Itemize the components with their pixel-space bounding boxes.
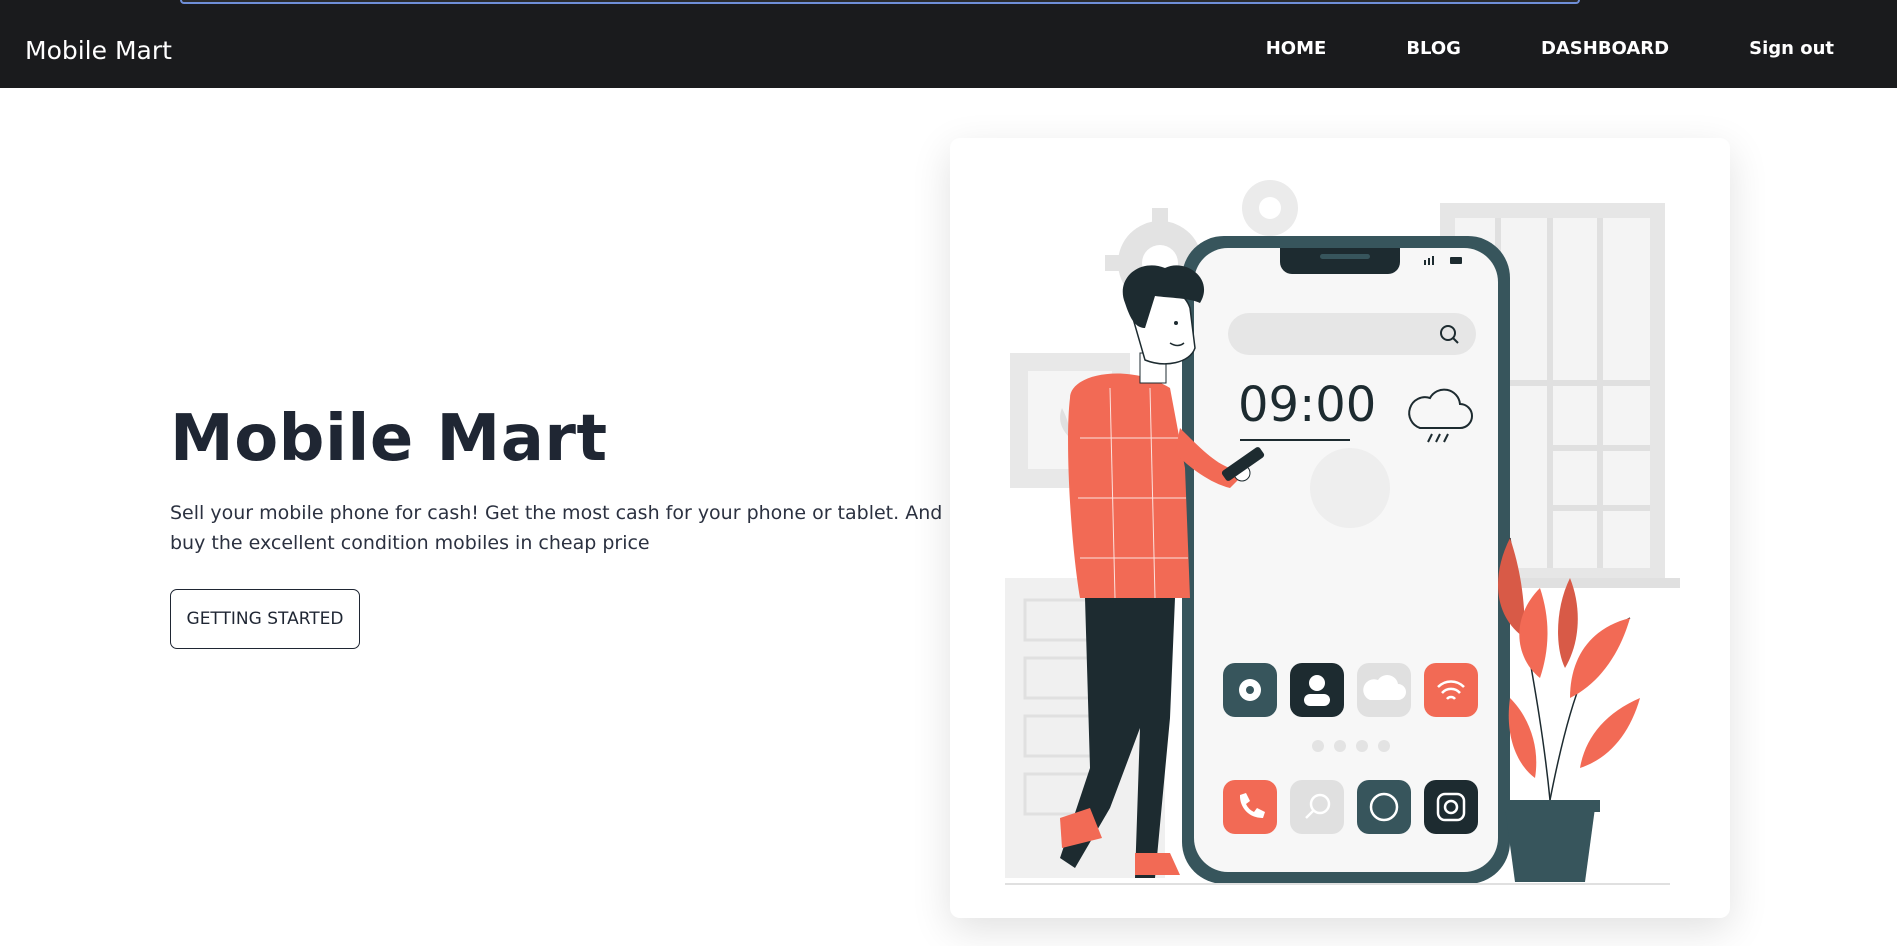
browser-top-strip [0,0,1897,8]
hero-description: Sell your mobile phone for cash! Get the… [170,502,943,554]
address-bar-edge[interactable] [180,0,1580,4]
phone-search-bar [1228,313,1476,355]
getting-started-button[interactable]: GETTING STARTED [170,589,360,649]
nav-links: HOME BLOG DASHBOARD Sign out [1266,8,1897,88]
navbar: Mobile Mart HOME BLOG DASHBOARD Sign out [0,8,1897,88]
instagram-icon [1424,780,1478,834]
nav-blog[interactable]: BLOG [1406,38,1461,59]
whatsapp-icon [1357,780,1411,834]
hero-illustration: 09:00 [1005,180,1680,885]
nav-dashboard[interactable]: DASHBOARD [1541,38,1669,59]
hero-illustration-card: 09:00 [950,138,1730,918]
nav-home[interactable]: HOME [1266,38,1327,59]
phone-clock: 09:00 [1238,377,1376,433]
phone-illustration: 09:00 [1182,236,1510,884]
hero-title: Mobile Mart [170,402,608,476]
plant-illustration [1498,537,1640,882]
nav-sign-out[interactable]: Sign out [1749,38,1834,59]
search-app-icon [1290,780,1344,834]
brand-logo[interactable]: Mobile Mart [25,36,172,65]
phone-icon [1223,780,1277,834]
